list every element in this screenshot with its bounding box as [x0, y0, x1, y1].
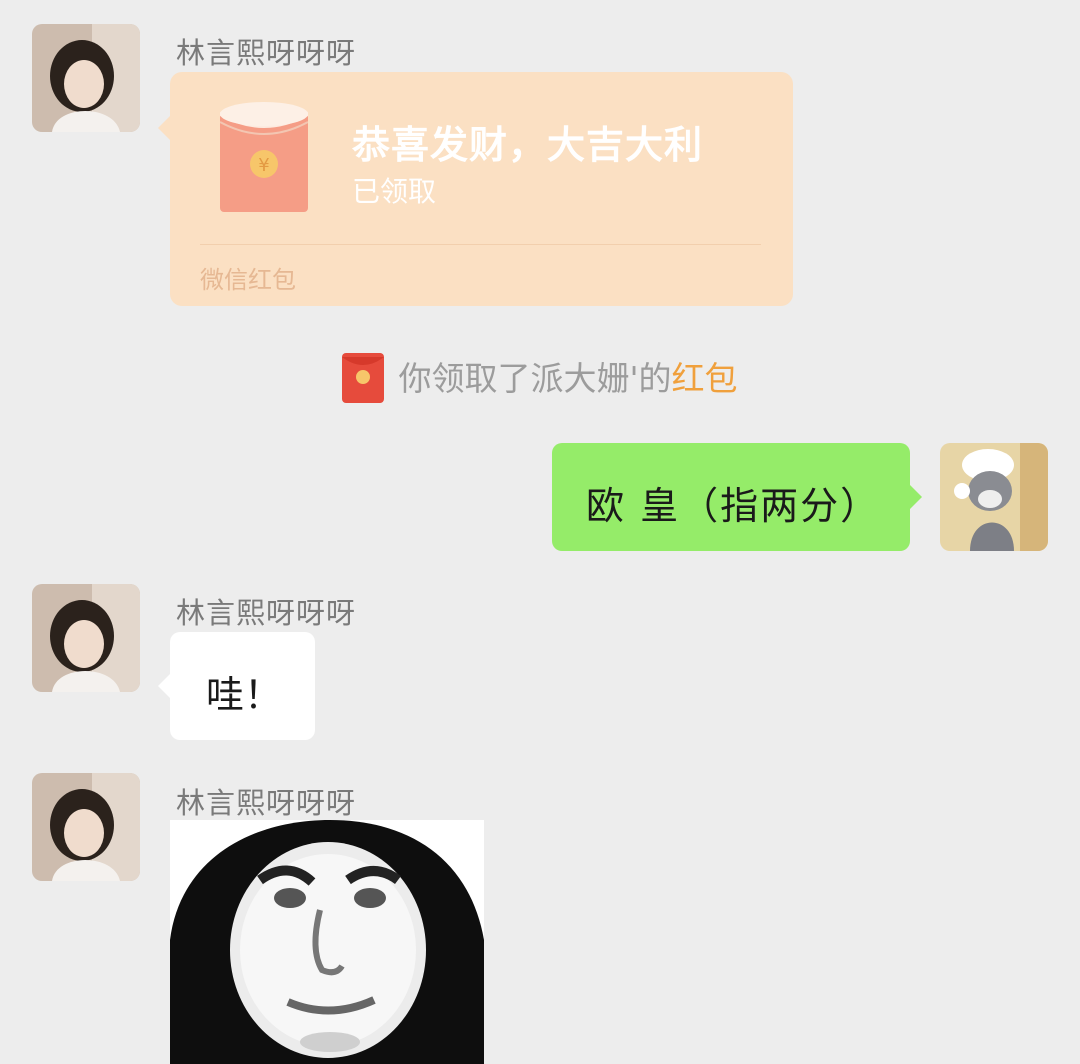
- svg-text:¥: ¥: [258, 155, 269, 176]
- red-packet-mini-icon: [342, 352, 385, 403]
- notice-text: 你领取了派大姗'的: [398, 359, 672, 398]
- red-packet-title: 恭喜发财，大吉大利: [352, 123, 704, 167]
- meme-face-sticker[interactable]: [170, 820, 484, 1064]
- sender-name: 林言熙呀呀呀: [176, 36, 357, 70]
- notice-red-packet-link[interactable]: 红包: [672, 359, 738, 398]
- incoming-message-bubble[interactable]: 哇！: [158, 632, 315, 740]
- outgoing-message-text: 欧 皇（指两分）: [586, 484, 881, 528]
- outgoing-message-bubble[interactable]: 欧 皇（指两分）: [552, 443, 922, 551]
- my-avatar[interactable]: [940, 443, 1048, 551]
- sender-name: 林言熙呀呀呀: [176, 786, 357, 820]
- red-packet-icon: ¥: [220, 102, 308, 212]
- red-packet-status: 已领取: [352, 175, 437, 208]
- red-packet-divider: [200, 244, 761, 245]
- incoming-message-text: 哇！: [206, 673, 283, 717]
- contact-avatar[interactable]: [32, 24, 140, 132]
- contact-avatar[interactable]: [32, 584, 140, 692]
- red-packet-card[interactable]: ¥ 恭喜发财，大吉大利 已领取 微信红包: [158, 72, 793, 306]
- system-notice: 你领取了派大姗'的红包: [0, 352, 1080, 403]
- contact-avatar[interactable]: [32, 773, 140, 881]
- red-packet-footer: 微信红包: [200, 266, 296, 294]
- sender-name: 林言熙呀呀呀: [176, 596, 357, 630]
